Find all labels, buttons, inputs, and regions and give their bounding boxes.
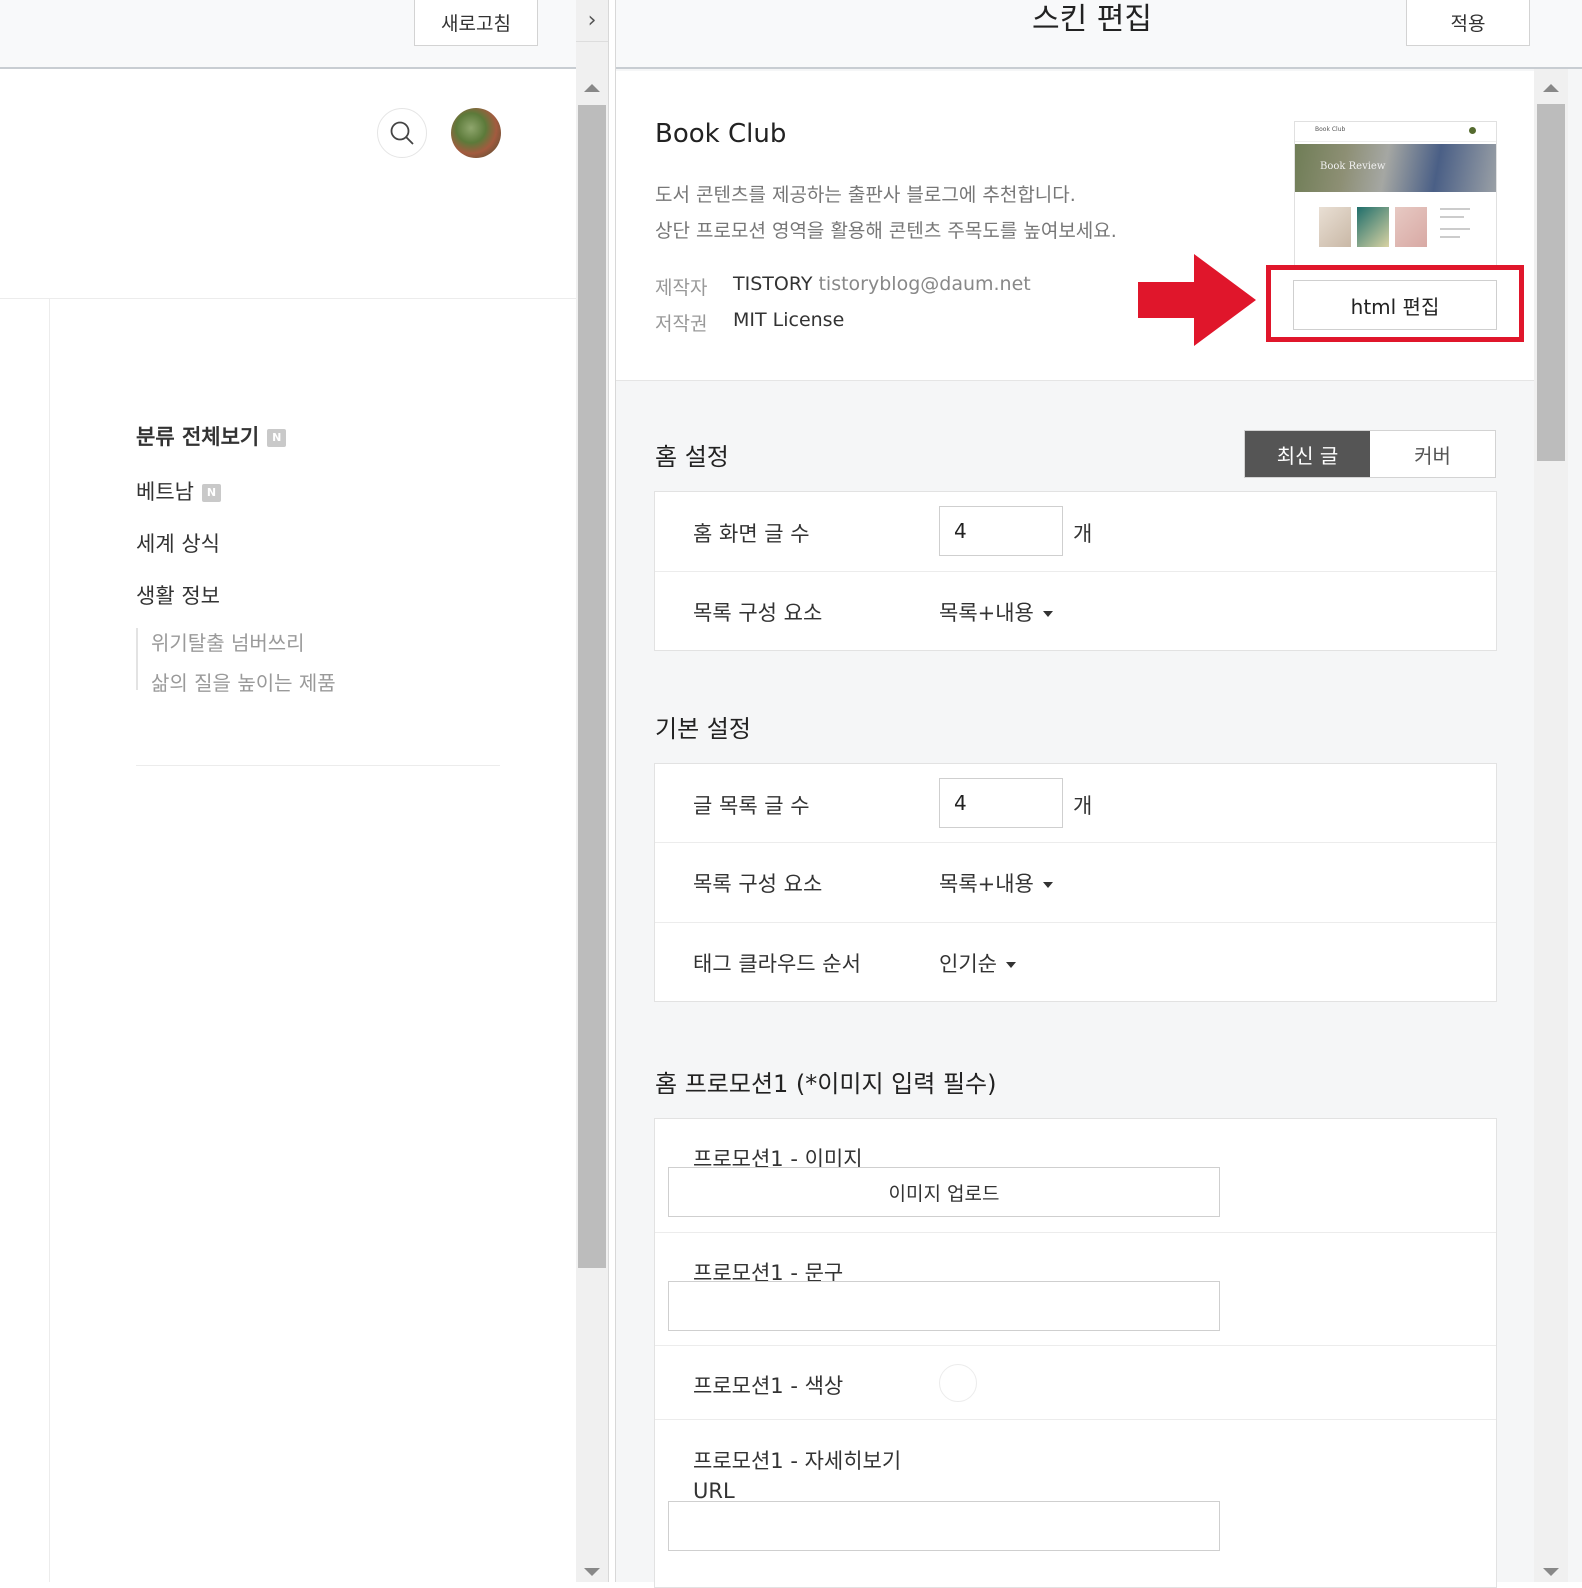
section-title-home: 홈 설정 — [655, 443, 729, 471]
promo-url-label: 프로모션1 - 자세히보기 — [693, 1449, 902, 1473]
divider — [0, 298, 576, 299]
author-email: tistoryblog@daum.net — [818, 273, 1031, 295]
thumbnail-card — [1319, 207, 1351, 247]
row-divider — [655, 922, 1496, 923]
row-divider — [655, 571, 1496, 572]
thumbnail-hero-text: Book Review — [1320, 161, 1386, 172]
subcategory-item[interactable]: 위기탈출 넘버쓰리 — [151, 627, 305, 656]
scroll-down-arrow-icon[interactable] — [1543, 1568, 1559, 1576]
scroll-down-arrow-icon[interactable] — [584, 1568, 600, 1576]
caret-down-icon — [1042, 611, 1053, 617]
subcategory-indent-line — [136, 628, 138, 690]
select-value: 목록+내용 — [939, 872, 1034, 896]
collapse-preview-button[interactable]: › — [576, 0, 608, 42]
promo-url-label-suffix: URL — [693, 1479, 735, 1503]
list-components-select[interactable]: 목록+내용 — [939, 868, 1053, 898]
category-label: 베트남 — [136, 480, 194, 504]
select-value: 인기순 — [939, 952, 997, 976]
skin-description: 상단 프로모션 영역을 활용해 콘텐츠 주목도를 높여보세요. — [655, 220, 1117, 242]
author-value: TISTORY tistoryblog@daum.net — [733, 273, 1031, 295]
promotion-panel: 프로모션1 - 이미지 이미지 업로드 프로모션1 - 문구 프로모션1 - 색… — [654, 1118, 1497, 1588]
row-divider — [655, 1345, 1496, 1346]
author-name: TISTORY — [733, 273, 813, 295]
row-divider — [655, 1419, 1496, 1420]
caret-down-icon — [1005, 962, 1016, 968]
home-list-select[interactable]: 목록+내용 — [939, 597, 1053, 627]
divider — [136, 765, 500, 766]
scrollbar-thumb[interactable] — [1537, 104, 1565, 461]
category-label: 분류 전체보기 — [136, 425, 260, 449]
basic-settings-panel: 글 목록 글 수 4 개 목록 구성 요소 목록+내용 태그 클라우드 순서 인… — [654, 763, 1497, 1002]
skin-editor-pane: 스킨 편집 적용 Book Club 도서 콘텐츠를 제공하는 출판사 블로그에… — [616, 0, 1582, 1588]
thumbnail-header: Book Club — [1295, 122, 1496, 142]
list-count-input[interactable]: 4 — [939, 778, 1063, 828]
editor-scrollbar[interactable] — [1534, 69, 1568, 1582]
thumbnail-card — [1357, 207, 1389, 247]
color-picker[interactable] — [939, 1364, 977, 1402]
author-label: 제작자 — [655, 277, 708, 299]
scroll-up-arrow-icon[interactable] — [584, 84, 600, 92]
tag-cloud-label: 태그 클라우드 순서 — [693, 952, 861, 976]
refresh-button[interactable]: 새로고침 — [414, 0, 538, 46]
apply-button[interactable]: 적용 — [1406, 0, 1530, 46]
license-value: MIT License — [733, 309, 845, 331]
category-world-knowledge[interactable]: 세계 상식 — [136, 528, 220, 558]
list-count-label: 글 목록 글 수 — [693, 794, 810, 818]
promo-color-label: 프로모션1 - 색상 — [693, 1374, 844, 1398]
blog-preview-pane: 새로고침 분류 전체보기 N 베트남 N 세계 상식 생활 정보 위기탈출 넘버쓰리… — [0, 0, 612, 1582]
caret-down-icon — [1042, 882, 1053, 888]
row-divider — [655, 842, 1496, 843]
skin-info-card: Book Club 도서 콘텐츠를 제공하는 출판사 블로그에 추천합니다. 상… — [616, 71, 1534, 381]
html-edit-button[interactable]: html 편집 — [1293, 280, 1497, 330]
section-title-promotion: 홈 프로모션1 (*이미지 입력 필수) — [655, 1070, 997, 1098]
home-list-label: 목록 구성 요소 — [693, 601, 823, 625]
home-count-label: 홈 화면 글 수 — [693, 522, 810, 546]
thumbnail-line — [1440, 216, 1464, 218]
select-value: 목록+내용 — [939, 601, 1034, 625]
license-label: 저작권 — [655, 313, 708, 335]
category-vietnam[interactable]: 베트남 N — [136, 476, 221, 506]
category-all[interactable]: 분류 전체보기 N — [136, 421, 287, 451]
skin-thumbnail: Book Club Book Review — [1294, 121, 1497, 267]
category-life-info[interactable]: 생활 정보 — [136, 580, 220, 610]
thumbnail-line — [1440, 228, 1470, 230]
search-button[interactable] — [377, 108, 427, 158]
toggle-cover[interactable]: 커버 — [1370, 431, 1495, 477]
image-upload-button[interactable]: 이미지 업로드 — [668, 1167, 1220, 1217]
chevron-right-icon: › — [587, 8, 597, 33]
new-badge: N — [267, 429, 287, 447]
thumbnail-card — [1395, 207, 1427, 247]
skin-name: Book Club — [655, 119, 787, 149]
scrollbar-thumb[interactable] — [578, 105, 606, 1268]
search-icon — [390, 121, 414, 145]
scroll-up-arrow-icon[interactable] — [1543, 84, 1559, 92]
preview-toolbar: 새로고침 — [0, 0, 576, 69]
home-settings-panel: 홈 화면 글 수 4 개 목록 구성 요소 목록+내용 — [654, 491, 1497, 651]
avatar[interactable] — [451, 108, 501, 158]
red-arrow-annotation-icon — [1138, 254, 1256, 346]
toggle-recent-posts[interactable]: 최신 글 — [1245, 431, 1370, 477]
thumbnail-dot — [1469, 127, 1476, 134]
pane-splitter[interactable] — [608, 0, 616, 1582]
row-divider — [655, 1232, 1496, 1233]
home-count-input[interactable]: 4 — [939, 506, 1063, 556]
unit-label: 개 — [1073, 522, 1093, 546]
divider — [49, 298, 50, 1582]
thumbnail-hero: Book Review — [1295, 144, 1496, 192]
subcategory-item[interactable]: 삶의 질을 높이는 제품 — [151, 667, 336, 696]
section-title-basic: 기본 설정 — [655, 715, 751, 743]
home-mode-toggle: 최신 글 커버 — [1244, 430, 1496, 478]
promo-url-input[interactable] — [668, 1501, 1220, 1551]
new-badge: N — [201, 484, 221, 502]
promo-text-input[interactable] — [668, 1281, 1220, 1331]
editor-toolbar: 스킨 편집 적용 — [616, 0, 1582, 69]
unit-label: 개 — [1073, 794, 1093, 818]
thumbnail-line — [1440, 236, 1460, 238]
skin-description: 도서 콘텐츠를 제공하는 출판사 블로그에 추천합니다. — [655, 184, 1076, 206]
preview-scrollbar[interactable] — [576, 0, 608, 1582]
list-components-label: 목록 구성 요소 — [693, 872, 823, 896]
thumbnail-line — [1440, 208, 1470, 210]
tag-cloud-select[interactable]: 인기순 — [939, 948, 1016, 978]
